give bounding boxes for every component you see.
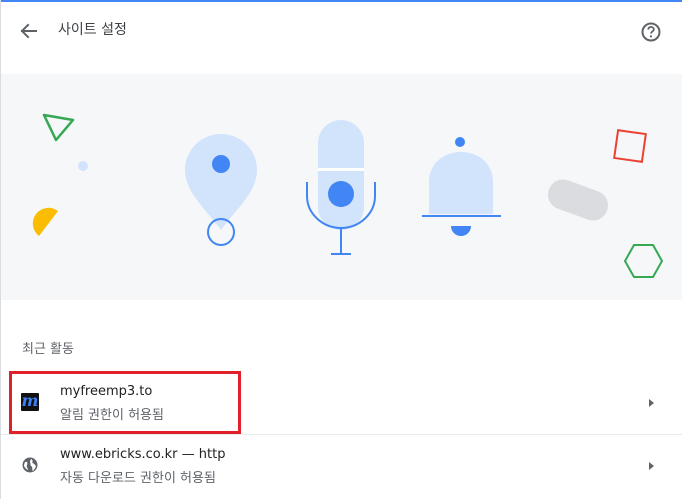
notification-bell-icon (422, 137, 501, 236)
dot-shape (78, 161, 88, 171)
permission-status: 자동 다운로드 권한이 허용됨 (60, 471, 216, 486)
site-name: www.ebricks.co.kr — http (60, 447, 226, 462)
chevron-right-icon (649, 399, 654, 407)
recent-activity-item-myfreemp3[interactable]: m myfreemp3.to 알림 권한이 허용됨 (1, 372, 682, 436)
help-circle-icon (641, 22, 661, 42)
permission-status: 알림 권한이 허용됨 (60, 408, 164, 423)
recent-activity-title: 최근 활동 (22, 342, 74, 357)
globe-icon (22, 457, 38, 473)
favicon-letter: m (21, 391, 39, 410)
chevron-right-icon (649, 462, 654, 470)
site-favicon: m (21, 391, 39, 411)
site-name: myfreemp3.to (60, 384, 153, 399)
hexagon-shape (624, 244, 663, 278)
permissions-illustration (1, 74, 682, 300)
microphone-icon (306, 120, 376, 255)
header: 사이트 설정 (0, 2, 682, 58)
page-title: 사이트 설정 (58, 22, 127, 38)
arrow-back-icon (20, 23, 37, 39)
location-pin-icon (185, 134, 257, 246)
help-button[interactable] (638, 19, 664, 45)
square-shape (613, 129, 647, 163)
half-circle-shape (32, 207, 58, 236)
triangle-shape (42, 113, 75, 142)
pill-shape (547, 179, 609, 221)
recent-activity-item-ebricks[interactable]: www.ebricks.co.kr — http 자동 다운로드 권한이 허용됨 (1, 435, 682, 499)
back-button[interactable] (14, 19, 42, 43)
